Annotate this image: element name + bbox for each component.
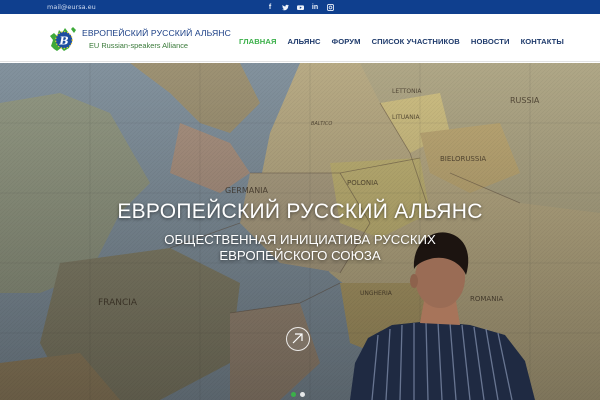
- site-title[interactable]: ЕВРОПЕЙСКИЙ РУССКИЙ АЛЬЯНС: [82, 28, 231, 38]
- nav-item-forum[interactable]: ФОРУМ: [332, 37, 361, 46]
- email-link[interactable]: mail@eursa.eu: [47, 2, 96, 12]
- svg-text:B: B: [58, 35, 68, 48]
- linkedin-icon[interactable]: in: [311, 1, 319, 13]
- nav-item-members[interactable]: СПИСОК УЧАСТНИКОВ: [372, 37, 460, 46]
- twitter-icon[interactable]: [281, 1, 289, 13]
- site-subtitle: EU Russian-speakers Alliance: [89, 41, 188, 50]
- social-links: f in: [266, 1, 334, 13]
- hero-subtitle: ОБЩЕСТВЕННАЯ ИНИЦИАТИВА РУССКИХ ЕВРОПЕЙС…: [164, 232, 436, 263]
- youtube-icon[interactable]: [296, 1, 304, 13]
- alliance-logo-icon[interactable]: B: [47, 24, 81, 56]
- chevron-icon: [292, 333, 303, 344]
- slider-dots: [291, 392, 305, 397]
- slider-dot[interactable]: [291, 392, 296, 397]
- slider-next-button[interactable]: [286, 327, 310, 351]
- nav-item-news[interactable]: НОВОСТИ: [471, 37, 510, 46]
- facebook-icon[interactable]: f: [266, 1, 274, 13]
- nav-item-home[interactable]: ГЛАВНАЯ: [239, 37, 277, 46]
- nav-item-alliance[interactable]: АЛЬЯНС: [288, 37, 321, 46]
- main-nav: ГЛАВНАЯ АЛЬЯНС ФОРУМ СПИСОК УЧАСТНИКОВ Н…: [239, 37, 564, 46]
- hero-slider: LETTONIA LITUANIA BIELORUSSIA POLONIA GE…: [0, 63, 600, 400]
- site-header: B ЕВРОПЕЙСКИЙ РУССКИЙ АЛЬЯНС EU Russian-…: [0, 14, 600, 62]
- hero-title: ЕВРОПЕЙСКИЙ РУССКИЙ АЛЬЯНС: [117, 200, 483, 223]
- top-bar: mail@eursa.eu f in: [0, 0, 600, 14]
- nav-item-contacts[interactable]: КОНТАКТЫ: [521, 37, 564, 46]
- slider-dot[interactable]: [300, 392, 305, 397]
- instagram-icon[interactable]: [326, 1, 334, 13]
